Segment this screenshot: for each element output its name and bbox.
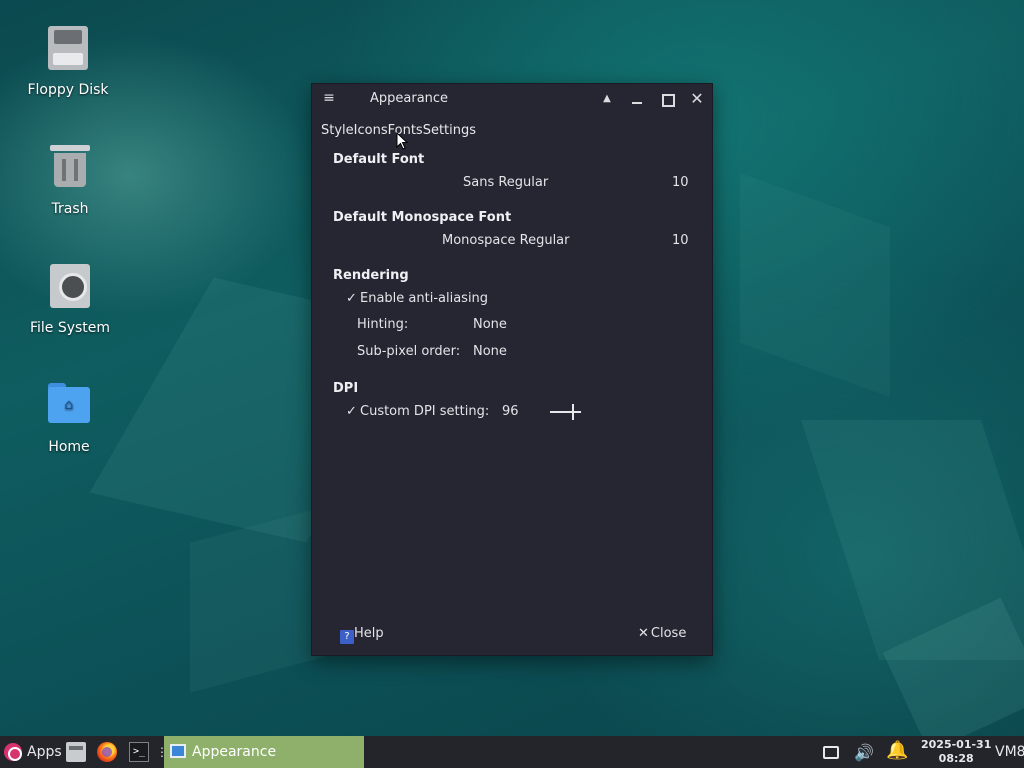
default-font-heading: Default Font xyxy=(333,152,425,167)
subpixel-order-select[interactable]: None xyxy=(473,344,507,359)
window-icon xyxy=(170,744,186,758)
monospace-font-heading: Default Monospace Font xyxy=(333,210,512,225)
window-menu-icon[interactable]: ≡ xyxy=(322,90,336,106)
volume-icon[interactable]: 🔊 xyxy=(854,743,874,762)
tab-icons[interactable]: Icons xyxy=(354,123,388,138)
apps-menu-button[interactable]: Apps xyxy=(27,736,62,768)
taskbar: Apps >_ ⋮ Appearance 🔊 🔔 2025-01-31 08:2… xyxy=(0,736,1024,768)
network-icon[interactable] xyxy=(823,746,839,759)
tab-settings[interactable]: Settings xyxy=(423,123,476,138)
shade-button[interactable]: ▲ xyxy=(598,90,616,108)
desktop-icon-home[interactable]: ⌂ Home xyxy=(19,383,119,455)
antialiasing-checkbox[interactable]: ✓ Enable anti-aliasing xyxy=(346,291,488,306)
default-font-size[interactable]: 10 xyxy=(672,175,689,190)
desktop-icon-label: Floppy Disk xyxy=(27,82,109,98)
default-font-button[interactable]: Sans Regular xyxy=(463,175,548,190)
close-label: Close xyxy=(650,626,687,641)
tab-style[interactable]: Style xyxy=(321,123,354,138)
help-label: Help xyxy=(354,626,384,641)
close-icon: ✕ xyxy=(638,626,649,641)
dpi-value-input[interactable]: 96 xyxy=(502,404,519,419)
clock-date: 2025-01-31 xyxy=(921,738,992,751)
window-title: Appearance xyxy=(370,91,449,106)
custom-dpi-checkbox[interactable]: ✓ Custom DPI setting: xyxy=(346,404,489,419)
custom-dpi-label: Custom DPI setting: xyxy=(360,404,490,419)
hinting-select[interactable]: None xyxy=(473,317,507,332)
minimize-button[interactable] xyxy=(628,90,646,108)
monospace-font-size[interactable]: 10 xyxy=(672,233,689,248)
monospace-font-button[interactable]: Monospace Regular xyxy=(442,233,570,248)
firefox-icon[interactable] xyxy=(97,742,117,762)
close-button[interactable]: ✕ Close xyxy=(638,626,686,641)
subpixel-order-label: Sub-pixel order: xyxy=(357,344,461,359)
task-appearance[interactable]: Appearance xyxy=(164,736,364,768)
help-button[interactable]: ? Help xyxy=(340,626,384,644)
user-label[interactable]: VM8 xyxy=(995,736,1024,768)
help-icon: ? xyxy=(340,630,354,644)
checkmark-icon: ✓ xyxy=(346,404,357,419)
mouse-cursor-icon xyxy=(396,132,408,150)
hinting-label: Hinting: xyxy=(357,317,409,332)
appearance-window: ≡ Appearance ▲ ✕ StyleIconsFontsSettings… xyxy=(311,83,713,656)
desktop-icon-label: Trash xyxy=(51,201,89,217)
rendering-heading: Rendering xyxy=(333,268,409,283)
debian-logo-icon[interactable] xyxy=(4,743,22,761)
task-label: Appearance xyxy=(192,744,277,760)
desktop-icon-label: Home xyxy=(48,439,90,455)
dpi-increase-button[interactable] xyxy=(565,404,581,420)
clock-time: 08:28 xyxy=(938,752,974,765)
terminal-icon[interactable]: >_ xyxy=(129,742,149,762)
file-manager-icon[interactable] xyxy=(66,742,86,762)
home-folder-icon: ⌂ xyxy=(48,383,90,427)
window-titlebar[interactable]: ≡ Appearance ▲ ✕ xyxy=(312,84,712,114)
hard-drive-icon xyxy=(50,264,90,308)
desktop-icon-floppy-disk[interactable]: Floppy Disk xyxy=(18,26,118,98)
clock[interactable]: 2025-01-31 08:28 xyxy=(921,738,991,768)
maximize-button[interactable] xyxy=(658,90,676,108)
notification-bell-icon[interactable]: 🔔 xyxy=(886,740,908,761)
checkmark-icon: ✓ xyxy=(346,291,357,306)
wallpaper-shard xyxy=(740,172,890,398)
desktop-icon-file-system[interactable]: File System xyxy=(20,264,120,336)
trash-icon xyxy=(50,145,90,189)
dpi-heading: DPI xyxy=(333,381,359,396)
floppy-disk-icon xyxy=(48,26,88,70)
antialiasing-label: Enable anti-aliasing xyxy=(360,291,489,306)
desktop-icon-trash[interactable]: Trash xyxy=(20,145,120,217)
close-window-button[interactable]: ✕ xyxy=(688,90,706,108)
desktop-icon-label: File System xyxy=(29,320,111,336)
